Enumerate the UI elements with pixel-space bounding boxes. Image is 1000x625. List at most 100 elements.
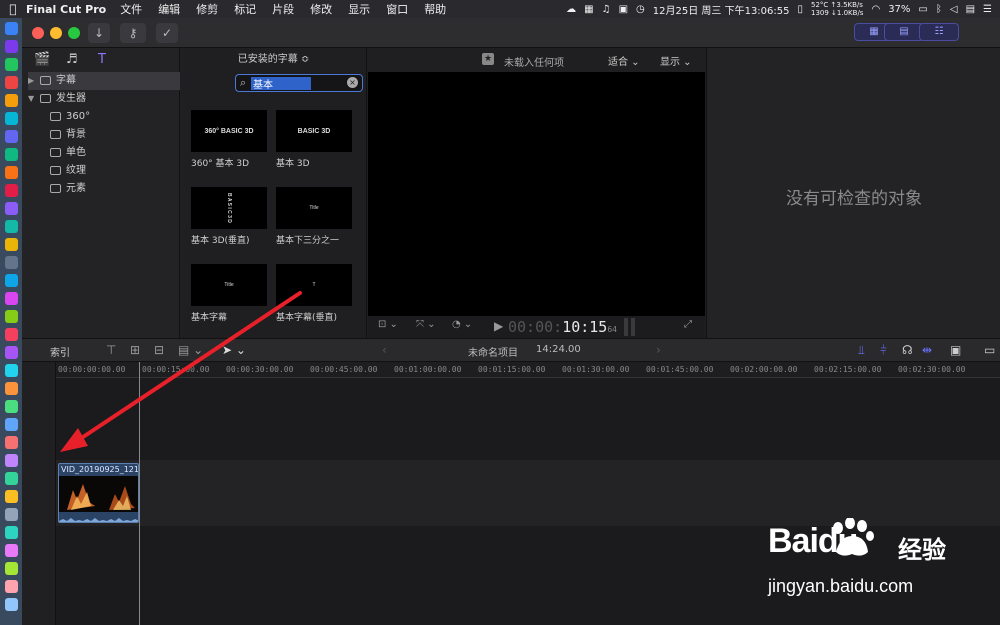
battery-icon[interactable]: ▭: [918, 4, 927, 15]
dock-app-icon[interactable]: [5, 454, 18, 467]
minimize-window-button[interactable]: [50, 27, 62, 39]
skimming-icon[interactable]: ⫫: [858, 343, 865, 358]
dock-app-icon[interactable]: [5, 346, 18, 359]
sidebar-item[interactable]: 单色: [50, 144, 86, 162]
dock-app-icon[interactable]: [5, 472, 18, 485]
message-icon[interactable]: ▣: [619, 4, 628, 15]
video-clip[interactable]: VID_20190925_121...: [58, 463, 139, 523]
title-thumbnail[interactable]: Title: [276, 187, 352, 229]
dock-app-icon[interactable]: [5, 94, 18, 107]
sidebar-item[interactable]: 背景: [50, 126, 86, 144]
audio-skimming-icon[interactable]: ⫩: [880, 343, 887, 358]
disclosure-closed-icon[interactable]: ▶: [28, 72, 40, 90]
menu-clip[interactable]: 片段: [272, 1, 294, 17]
zoom-window-button[interactable]: [68, 27, 80, 39]
sidebar-item[interactable]: 纹理: [50, 162, 86, 180]
libraries-icon[interactable]: 🎬: [34, 52, 50, 67]
timeline-layout-icon[interactable]: ▤: [884, 23, 924, 41]
dock-app-icon[interactable]: [5, 112, 18, 125]
sidebar-item[interactable]: 元素: [50, 180, 86, 198]
insert-clip-icon[interactable]: ⊞: [130, 343, 140, 357]
dock-app-icon[interactable]: [5, 544, 18, 557]
close-window-button[interactable]: [32, 27, 44, 39]
dock-app-icon[interactable]: [5, 418, 18, 431]
menu-mark[interactable]: 标记: [234, 1, 256, 17]
primary-storyline[interactable]: VID_20190925_121...: [56, 460, 1000, 526]
timeline-ruler[interactable]: 00:00:00:00.00 00:00:15:00.00 00:00:30:00.…: [56, 362, 1000, 378]
dock-app-icon[interactable]: [5, 490, 18, 503]
snapping-icon[interactable]: ⇹: [922, 343, 932, 357]
fullscreen-icon[interactable]: ⤢: [684, 319, 692, 330]
import-icon[interactable]: ↓: [88, 23, 110, 43]
dock-app-icon[interactable]: [5, 382, 18, 395]
dock-app-icon[interactable]: [5, 148, 18, 161]
menu-edit[interactable]: 编辑: [158, 1, 180, 17]
dock-app-icon[interactable]: [5, 598, 18, 611]
sidebar-item[interactable]: ▶ 字幕: [28, 72, 180, 90]
title-thumbnail[interactable]: 360° BASIC 3D: [191, 110, 267, 152]
dock-app-icon[interactable]: [5, 292, 18, 305]
clear-search-icon[interactable]: ×: [347, 77, 358, 88]
installed-titles-header[interactable]: 已安装的字幕 ≎: [181, 48, 366, 72]
dock-app-icon[interactable]: [5, 328, 18, 341]
viewer-screen[interactable]: [368, 72, 705, 316]
title-thumbnail[interactable]: T: [276, 264, 352, 306]
title-thumbnail[interactable]: Title: [191, 264, 267, 306]
titles-generators-icon[interactable]: T: [98, 52, 106, 67]
select-tool-icon[interactable]: ➤ ⌄: [222, 343, 246, 357]
sidebar-item[interactable]: 360°: [50, 108, 90, 126]
menu-trim[interactable]: 修剪: [196, 1, 218, 17]
dock-app-icon[interactable]: [5, 436, 18, 449]
ghost-icon[interactable]: ☁: [566, 4, 576, 15]
dock-app-icon[interactable]: [5, 562, 18, 575]
playhead[interactable]: [139, 362, 140, 625]
append-clip-icon[interactable]: ⊟: [154, 343, 164, 357]
dock-app-icon[interactable]: [5, 58, 18, 71]
viewer-speed-icon[interactable]: ◔ ⌄: [452, 319, 472, 330]
battery-percent[interactable]: 37%: [888, 4, 910, 15]
disclosure-open-icon[interactable]: ▼: [28, 90, 40, 108]
menu-file[interactable]: 文件: [120, 1, 142, 17]
viewer-star-icon[interactable]: ★: [482, 53, 494, 65]
viewer-transform-icon[interactable]: ⤧ ⌄: [416, 319, 436, 330]
photos-audio-icon[interactable]: ♬: [66, 52, 78, 67]
volume-icon[interactable]: ◁: [950, 4, 958, 15]
title-thumbnail[interactable]: BASIC 3D: [276, 110, 352, 152]
timeline-index-icon[interactable]: ▭: [984, 343, 995, 357]
control-center-icon[interactable]: ▤: [966, 4, 975, 15]
index-button[interactable]: 索引: [50, 344, 70, 359]
dock-app-icon[interactable]: [5, 508, 18, 521]
clip-appearance-icon[interactable]: ▣: [950, 343, 961, 357]
music-icon[interactable]: ♫: [602, 4, 611, 15]
dock-app-icon[interactable]: [5, 76, 18, 89]
search-field[interactable]: ⌕ ×: [235, 74, 363, 92]
bookmark-icon[interactable]: ▯: [798, 4, 804, 15]
dock-app-icon[interactable]: [5, 166, 18, 179]
display-dropdown[interactable]: 显示 ⌄: [660, 53, 692, 68]
search-input[interactable]: [251, 77, 311, 90]
menu-view[interactable]: 显示: [348, 1, 370, 17]
menu-window[interactable]: 窗口: [386, 1, 408, 17]
background-tasks-icon[interactable]: ✓: [156, 23, 178, 43]
dock-app-icon[interactable]: [5, 130, 18, 143]
menu-help[interactable]: 帮助: [424, 1, 446, 17]
datetime[interactable]: 12月25日 周三 下午13:06:55: [653, 2, 790, 17]
title-thumbnail[interactable]: B A S I C 3 D: [191, 187, 267, 229]
app-name-menu[interactable]: Final Cut Pro: [26, 3, 106, 16]
menu-modify[interactable]: 修改: [310, 1, 332, 17]
apple-icon[interactable]: : [0, 2, 26, 16]
history-back-icon[interactable]: ‹: [382, 343, 387, 357]
dock-app-icon[interactable]: [5, 40, 18, 53]
keyword-icon[interactable]: ⚷: [120, 23, 146, 43]
sidebar-item[interactable]: ▼ 发生器: [28, 90, 86, 108]
overwrite-clip-icon[interactable]: ▤ ⌄: [178, 343, 203, 357]
viewer-crop-icon[interactable]: ⊡ ⌄: [378, 319, 398, 330]
play-icon[interactable]: ▶: [494, 319, 503, 333]
clock-icon[interactable]: ◷: [636, 4, 645, 15]
dock-app-icon[interactable]: [5, 364, 18, 377]
fit-dropdown[interactable]: 适合 ⌄: [608, 53, 640, 68]
dock-app-icon[interactable]: [5, 238, 18, 251]
dock-app-icon[interactable]: [5, 526, 18, 539]
bluetooth-icon[interactable]: ᛒ: [936, 4, 942, 15]
dock-app-icon[interactable]: [5, 274, 18, 287]
